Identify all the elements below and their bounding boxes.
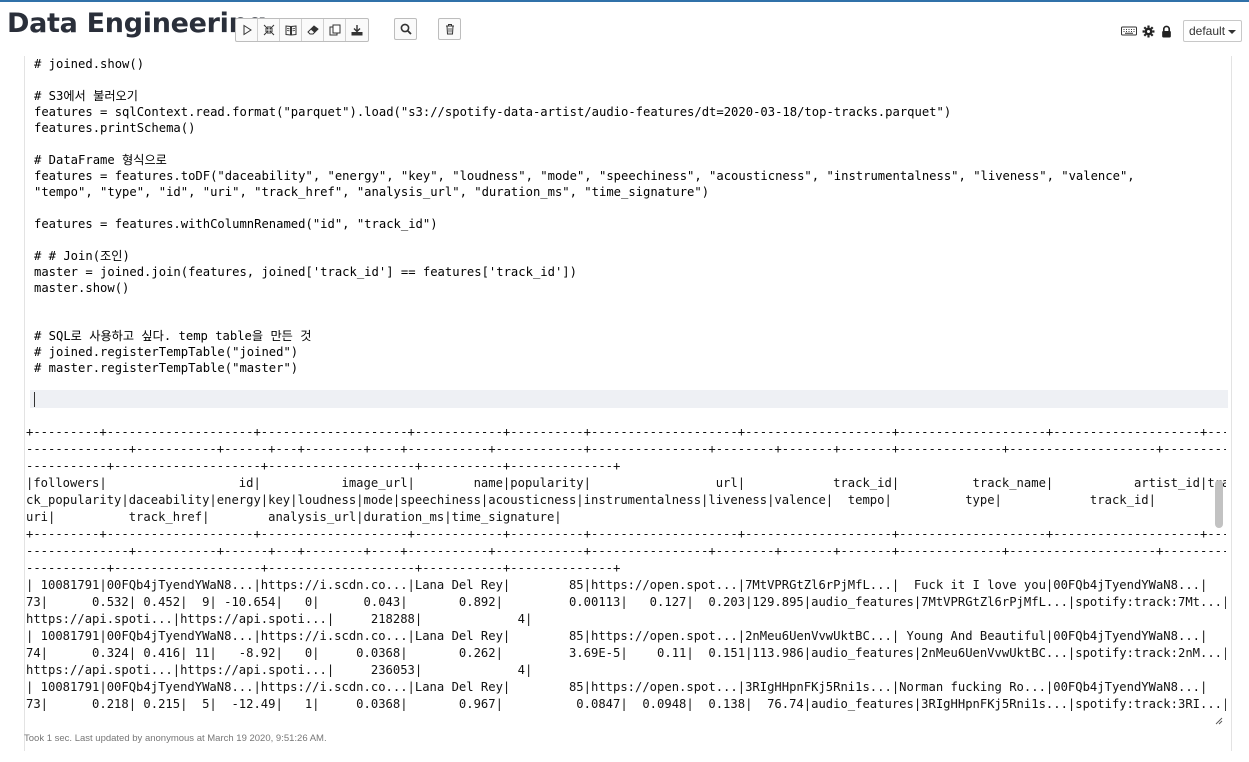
notebook-title[interactable]: Data Engineering	[7, 8, 267, 39]
code-line: # joined.registerTempTable("joined")	[34, 345, 299, 359]
output-line: 73| 0.218| 0.215| 5| -12.49| 1| 0.0368| …	[26, 697, 1226, 711]
clear-output-button[interactable]	[302, 19, 324, 41]
code-line: # joined.show()	[34, 57, 145, 71]
code-line: # # Join(조인)	[34, 249, 130, 263]
output-line: --------------+-----------+------+---+--…	[26, 442, 1226, 456]
output-line: --------------+-----------+------+---+--…	[26, 544, 1226, 558]
interpreter-select[interactable]: default	[1183, 20, 1242, 42]
code-line: features = features.withColumnRenamed("i…	[34, 217, 438, 231]
eraser-icon	[306, 25, 319, 35]
output-scrollbar[interactable]	[1215, 480, 1223, 528]
output-line: -----------+--------------------+-------…	[26, 459, 621, 473]
output-line: +---------+--------------------+--------…	[26, 527, 1226, 541]
keyboard-icon	[1121, 26, 1137, 36]
paragraph-footer-status: Took 1 sec. Last updated by anonymous at…	[24, 733, 327, 744]
code-line: master.show()	[34, 281, 130, 295]
permissions-button[interactable]	[1159, 24, 1173, 38]
resize-handle[interactable]	[1215, 712, 1223, 725]
header-right-icons	[1121, 24, 1177, 38]
download-icon	[351, 25, 363, 36]
output-line: https://api.spoti...|https://api.spoti..…	[26, 612, 533, 626]
clone-notebook-button[interactable]	[324, 19, 346, 41]
book-icon	[285, 25, 296, 36]
output-line: +---------+--------------------+--------…	[26, 425, 1226, 439]
code-line: # S3에서 불러오기	[34, 89, 138, 103]
output-line: 73| 0.532| 0.452| 9| -10.654| 0| 0.043| …	[26, 595, 1226, 609]
output-line: | 10081791|00FQb4jTyendYWaN8...|https://…	[26, 680, 1208, 694]
notebook-header: Data Engineering default	[0, 2, 1249, 56]
output-line: https://api.spoti...|https://api.spoti..…	[26, 663, 533, 677]
run-all-button[interactable]	[236, 19, 258, 41]
code-editor[interactable]: # joined.show() # S3에서 불러오기 features = sql…	[26, 56, 1228, 408]
paragraph: # joined.show() # S3에서 불러오기 features = sql…	[24, 56, 1232, 751]
text-cursor	[34, 392, 35, 407]
code-line: # master.registerTempTable("master")	[34, 361, 299, 375]
output-line: 74| 0.324| 0.416| 11| -8.92| 0| 0.0368| …	[26, 646, 1226, 660]
chevron-down-icon	[1228, 30, 1236, 34]
trash-icon	[445, 24, 454, 35]
gear-icon	[1142, 25, 1154, 37]
interpreter-select-value: default	[1189, 24, 1226, 38]
output-line: | 10081791|00FQb4jTyendYWaN8...|https://…	[26, 629, 1208, 643]
paragraph-output[interactable]: +---------+--------------------+--------…	[26, 416, 1226, 718]
output-line: ck_popularity|daceability|energy|key|lou…	[26, 493, 1156, 507]
export-notebook-button[interactable]	[346, 19, 368, 41]
code-line: features.printSchema()	[34, 121, 196, 135]
hide-code-button[interactable]	[258, 19, 280, 41]
lock-icon	[1161, 25, 1171, 37]
code-line: features = features.toDF("daceability", …	[34, 169, 1135, 183]
hide-output-button[interactable]	[280, 19, 302, 41]
output-line: -----------+--------------------+-------…	[26, 561, 621, 575]
output-line: uri| track_href| analysis_url|duration_m…	[26, 510, 562, 524]
code-line: master = joined.join(features, joined['t…	[34, 265, 577, 279]
code-line: # SQL로 사용하고 싶다. temp table을 만든 것	[34, 329, 312, 343]
output-line: | 10081791|00FQb4jTyendYWaN8...|https://…	[26, 578, 1208, 592]
code-line: "tempo", "type", "id", "uri", "track_hre…	[34, 185, 710, 199]
search-button[interactable]	[394, 18, 417, 40]
resize-grip-icon	[1215, 717, 1223, 725]
settings-button[interactable]	[1141, 24, 1155, 38]
delete-notebook-button[interactable]	[438, 18, 461, 40]
output-line: |followers| id| image_url| name|populari…	[26, 476, 1226, 490]
copy-icon	[329, 24, 340, 36]
collapse-icon	[263, 24, 274, 36]
play-icon	[243, 24, 252, 36]
notebook-toolbar	[235, 18, 369, 42]
shortcut-button[interactable]	[1121, 24, 1137, 38]
code-line: # DataFrame 형식으로	[34, 153, 167, 167]
search-icon	[400, 23, 412, 35]
active-line-highlight	[30, 390, 1228, 408]
code-line: features = sqlContext.read.format("parqu…	[34, 105, 952, 119]
